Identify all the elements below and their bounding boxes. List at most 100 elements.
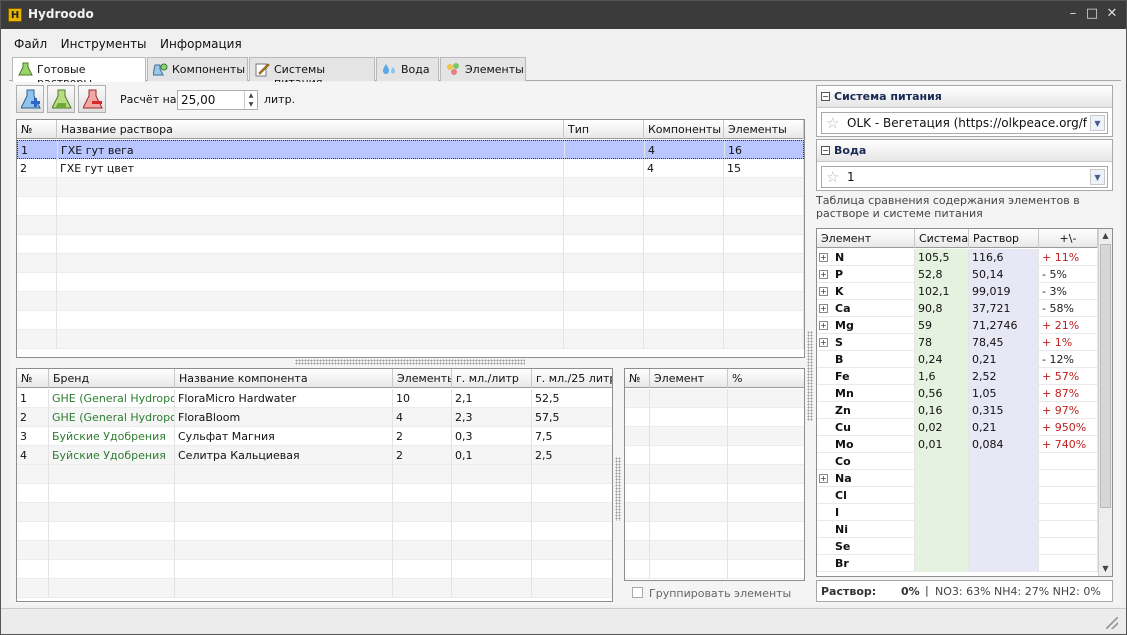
- empty-cell: [564, 292, 644, 311]
- col-type[interactable]: Тип: [564, 120, 644, 139]
- element-row[interactable]: + N 105,5 116,6 + 11%: [817, 249, 1098, 266]
- table-row[interactable]: 2 GHE (General Hydropo... FloraBloom 4 2,3 57…: [17, 408, 612, 427]
- tab-components[interactable]: Компоненты: [147, 57, 248, 81]
- panel-header[interactable]: − Вода: [817, 140, 1112, 162]
- element-row[interactable]: Br: [817, 555, 1098, 572]
- menu-file[interactable]: Файл: [9, 34, 52, 54]
- vertical-splitter[interactable]: [615, 457, 621, 521]
- table-row[interactable]: 2 ГХЕ гут цвет 4 15: [17, 159, 804, 178]
- col-elements[interactable]: Элементы: [393, 369, 452, 388]
- col-solution[interactable]: Раствор: [969, 229, 1039, 248]
- scroll-thumb[interactable]: [1100, 244, 1111, 508]
- col-brand[interactable]: Бренд: [49, 369, 175, 388]
- empty-cell: [564, 235, 644, 254]
- edit-solution-button[interactable]: [47, 85, 75, 113]
- table-row[interactable]: 4 Буйские Удобрения Селитра Кальциевая 2 0,1…: [17, 446, 612, 465]
- scroll-up-icon[interactable]: ▲: [1099, 229, 1112, 242]
- vertical-scrollbar[interactable]: ▲ ▼: [1098, 229, 1112, 576]
- empty-cell: [17, 503, 49, 522]
- star-icon[interactable]: ☆: [826, 115, 839, 131]
- tab-ready-solutions[interactable]: Готовые растворы: [12, 57, 146, 89]
- star-icon[interactable]: ☆: [826, 169, 839, 185]
- table-row[interactable]: 3 Буйские Удобрения Сульфат Магния 2 0,3 7,5: [17, 427, 612, 446]
- element-row[interactable]: B 0,24 0,21- 12%: [817, 351, 1098, 368]
- delete-solution-button[interactable]: [78, 85, 106, 113]
- collapse-icon[interactable]: −: [821, 92, 830, 101]
- collapse-icon[interactable]: −: [821, 146, 830, 155]
- col-element[interactable]: Элемент: [817, 229, 915, 248]
- col-components[interactable]: Компоненты: [644, 120, 724, 139]
- volume-value[interactable]: 25,00: [181, 93, 215, 107]
- nutrition-system-select[interactable]: ☆ OLK - Вегетация (https://olkpeace.org/…: [821, 112, 1108, 134]
- col-solution-name[interactable]: Название раствора: [57, 120, 564, 139]
- chevron-down-icon[interactable]: ▼: [1090, 115, 1105, 131]
- empty-cell: [564, 197, 644, 216]
- empty-cell: [724, 292, 804, 311]
- expand-icon[interactable]: +: [819, 253, 828, 262]
- cell-sol: 2,52: [969, 368, 1039, 385]
- tab-elements[interactable]: Элементы: [440, 57, 526, 81]
- empty-cell: [564, 254, 644, 273]
- element-row[interactable]: Mn 0,56 1,05 + 87%: [817, 385, 1098, 402]
- col-component-name[interactable]: Название компонента: [175, 369, 393, 388]
- element-row[interactable]: Cu 0,02 0,21 + 950%: [817, 419, 1098, 436]
- expand-icon[interactable]: +: [819, 304, 828, 313]
- expand-icon[interactable]: +: [819, 338, 828, 347]
- maximize-icon[interactable]: □: [1084, 6, 1100, 22]
- side-splitter[interactable]: [807, 331, 813, 421]
- col-diff[interactable]: +\-: [1039, 229, 1098, 248]
- empty-cell: [724, 273, 804, 292]
- main-tabs: Готовые растворы Компоненты Системы пита…: [9, 57, 1121, 89]
- col-per-liter[interactable]: г. мл./литр: [452, 369, 532, 388]
- menu-info[interactable]: Информация: [155, 34, 247, 54]
- col-elements[interactable]: Элементы: [724, 120, 804, 139]
- col-per-total[interactable]: г. мл./25 литр.: [532, 369, 612, 388]
- element-row[interactable]: Mo 0,01 0,084 + 740%: [817, 436, 1098, 453]
- element-row[interactable]: Fe 1,6 2,52 + 57%: [817, 368, 1098, 385]
- table-row[interactable]: 1 GHE (General Hydropo... FloraMicro Hardw…: [17, 389, 612, 408]
- minimize-icon[interactable]: –: [1065, 6, 1081, 22]
- element-row[interactable]: + Mg 59 71,2746 + 21%: [817, 317, 1098, 334]
- element-row[interactable]: Cl: [817, 487, 1098, 504]
- water-select[interactable]: ☆ 1 ▼: [821, 166, 1108, 188]
- expand-icon[interactable]: +: [819, 321, 828, 330]
- element-row[interactable]: Zn 0,16 0,315 + 97%: [817, 402, 1098, 419]
- resize-grip-icon[interactable]: [1106, 617, 1118, 629]
- expand-icon[interactable]: +: [819, 287, 828, 296]
- spin-arrows-icon[interactable]: ▲ ▼: [244, 91, 257, 109]
- cell-no: 1: [18, 141, 58, 160]
- group-elements-checkbox[interactable]: [632, 587, 643, 598]
- element-row[interactable]: + Na: [817, 470, 1098, 487]
- cell-name: ГХЕ гут цвет: [57, 159, 564, 178]
- col-element[interactable]: Элемент: [650, 369, 728, 388]
- cell-sol: 0,084: [969, 436, 1039, 453]
- menu-tools[interactable]: Инструменты: [56, 34, 152, 54]
- empty-cell: [17, 292, 57, 311]
- col-system[interactable]: Система: [915, 229, 969, 248]
- col-percent[interactable]: %: [728, 369, 804, 388]
- element-row[interactable]: I: [817, 504, 1098, 521]
- element-row[interactable]: + K 102,1 99,019- 3%: [817, 283, 1098, 300]
- expand-icon[interactable]: +: [819, 474, 828, 483]
- element-row[interactable]: Co: [817, 453, 1098, 470]
- volume-spinner[interactable]: 25,00 ▲ ▼: [177, 90, 258, 110]
- element-row[interactable]: + Ca 90,8 37,721- 58%: [817, 300, 1098, 317]
- panel-header[interactable]: − Система питания: [817, 86, 1112, 108]
- expand-icon[interactable]: +: [819, 270, 828, 279]
- add-solution-button[interactable]: [16, 85, 44, 113]
- element-row[interactable]: + S 78 78,45 + 1%: [817, 334, 1098, 351]
- col-no[interactable]: №: [625, 369, 650, 388]
- close-icon[interactable]: ✕: [1104, 6, 1120, 22]
- horizontal-splitter[interactable]: [295, 359, 525, 365]
- chevron-down-icon[interactable]: ▼: [1090, 169, 1105, 185]
- scroll-down-icon[interactable]: ▼: [1099, 562, 1112, 575]
- col-no[interactable]: №: [17, 120, 57, 139]
- element-row[interactable]: Se: [817, 538, 1098, 555]
- empty-cell: [724, 178, 804, 197]
- tab-nutrition-systems[interactable]: Системы питания: [249, 57, 375, 89]
- element-row[interactable]: Ni: [817, 521, 1098, 538]
- element-row[interactable]: + P 52,8 50,14- 5%: [817, 266, 1098, 283]
- table-row[interactable]: 1 ГХЕ гут вега 4 16: [17, 140, 804, 160]
- col-no[interactable]: №: [17, 369, 49, 388]
- tab-water[interactable]: Вода: [376, 57, 439, 81]
